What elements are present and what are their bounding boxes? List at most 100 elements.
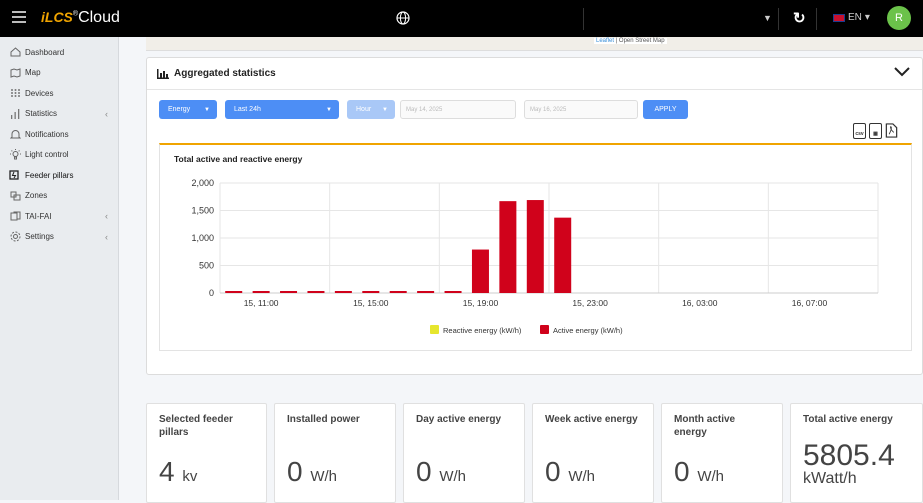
stat-card: Installed power 0 W/h — [274, 403, 396, 503]
devices-icon — [9, 88, 21, 99]
pdf-export-icon[interactable] — [885, 123, 898, 139]
x-tick-label: 16, 07:00 — [792, 298, 828, 308]
chevron-left-icon: ‹ — [105, 211, 108, 222]
sidebar-item-label: Notifications — [25, 129, 69, 139]
sidebar-item-zones[interactable]: Zones — [0, 186, 118, 207]
language-selector[interactable]: EN ▾ — [833, 12, 870, 23]
menu-icon[interactable] — [12, 11, 26, 23]
globe-icon[interactable] — [396, 11, 410, 25]
sidebar-item-label: Feeder pillars — [25, 170, 74, 180]
sidebar-item-devices[interactable]: Devices — [0, 83, 118, 104]
legend-label: Active energy (kW/h) — [553, 326, 623, 335]
csv-export-icon[interactable]: csv — [853, 123, 866, 139]
app-logo[interactable]: iLCS®Cloud — [41, 9, 120, 27]
chevron-down-icon[interactable] — [894, 66, 910, 78]
top-bar: iLCS®Cloud ▼ ↻ EN ▾ R — [0, 0, 923, 37]
bar — [334, 291, 352, 293]
bar — [554, 217, 572, 293]
chart-container: Total active and reactive energy 0 500 1,0… — [159, 143, 912, 351]
refresh-icon[interactable]: ↻ — [793, 9, 806, 27]
gear-icon — [9, 231, 21, 242]
stat-card: Day active energy 0 W/h — [403, 403, 525, 503]
bar — [389, 291, 407, 293]
flag-icon — [833, 13, 845, 22]
stat-value: 0 W/h — [674, 456, 724, 488]
sidebar-item-label: Settings — [25, 232, 54, 242]
sidebar-item-statistics[interactable]: Statistics ‹ — [0, 104, 118, 125]
divider — [583, 8, 584, 30]
map-preview[interactable]: Leaflet | Open Street Map — [146, 37, 923, 51]
xls-export-icon[interactable]: ▦ — [869, 123, 882, 139]
stat-number: 0 — [287, 456, 303, 487]
sidebar-item-feeder-pillars[interactable]: Feeder pillars — [0, 165, 118, 186]
bar — [307, 291, 325, 293]
divider — [778, 8, 779, 30]
period-select[interactable]: Last 24h ▼ — [225, 100, 339, 119]
stat-value: 4 kv — [159, 456, 197, 488]
stat-unit: kv — [182, 468, 198, 485]
card-title-text: Aggregated statistics — [174, 68, 276, 79]
bar — [362, 291, 380, 293]
x-tick-label: 16, 03:00 — [682, 298, 718, 308]
bar — [444, 291, 462, 293]
stat-card: Week active energy 0 W/h — [532, 403, 654, 503]
bar — [526, 200, 544, 293]
sidebar-item-tai-fai[interactable]: TAI-FAI ‹ — [0, 206, 118, 227]
legend-swatch — [540, 325, 549, 334]
main-content: Leaflet | Open Street Map Aggregated sta… — [119, 37, 923, 503]
home-icon — [9, 47, 21, 58]
stat-value: 5805.4 kWatt/h — [803, 439, 895, 488]
map-attribution: Leaflet | Open Street Map — [594, 38, 667, 44]
stat-label: Installed power — [287, 414, 360, 425]
y-tick-label: 0 — [209, 288, 214, 298]
bar — [417, 291, 435, 293]
sidebar-item-notifications[interactable]: Notifications — [0, 124, 118, 145]
sidebar-item-light-control[interactable]: Light control — [0, 145, 118, 166]
sidebar: Dashboard Map Devices Statistics ‹ Notificati… — [0, 37, 119, 500]
stat-number: 0 — [416, 456, 432, 487]
stat-value: 0 W/h — [545, 456, 595, 488]
x-tick-label: 15, 23:00 — [572, 298, 608, 308]
stat-number: 0 — [674, 456, 690, 487]
tai-fai-icon — [9, 211, 21, 222]
sidebar-item-dashboard[interactable]: Dashboard — [0, 42, 118, 63]
bell-icon — [9, 129, 21, 140]
type-select[interactable]: Energy ▼ — [159, 100, 217, 119]
date-to-input[interactable]: May 16, 2025 — [524, 100, 638, 119]
sidebar-item-map[interactable]: Map — [0, 63, 118, 84]
bar — [225, 291, 243, 293]
sidebar-item-label: Dashboard — [25, 47, 65, 57]
chevron-down-icon[interactable]: ▼ — [763, 13, 772, 23]
sidebar-item-label: Devices — [25, 88, 54, 98]
bar — [499, 201, 517, 293]
divider — [147, 89, 922, 90]
stat-unit: W/h — [439, 468, 467, 485]
bar — [471, 249, 489, 293]
aggregated-statistics-card: Aggregated statistics Energy ▼ Last 24h ▼ … — [146, 57, 923, 375]
stat-unit: W/h — [310, 468, 338, 485]
language-label: EN — [848, 12, 862, 23]
date-from-input[interactable]: May 14, 2025 — [400, 100, 516, 119]
stat-card: Month active energy 0 W/h — [661, 403, 783, 503]
sidebar-item-settings[interactable]: Settings ‹ — [0, 227, 118, 248]
x-tick-label: 15, 11:00 — [244, 298, 279, 308]
bar — [252, 291, 270, 293]
legend-label: Reactive energy (kW/h) — [443, 326, 522, 335]
stat-value: 0 W/h — [287, 456, 337, 488]
stat-label: Week active energy — [545, 414, 638, 425]
sidebar-item-label: TAI-FAI — [25, 211, 52, 221]
apply-button[interactable]: APPLY — [643, 100, 688, 119]
stat-label: Day active energy — [416, 414, 502, 425]
chevron-left-icon: ‹ — [105, 108, 108, 119]
bulb-icon — [9, 149, 21, 160]
leaflet-link[interactable]: Leaflet — [596, 38, 614, 44]
granularity-select[interactable]: Hour ▼ — [347, 100, 395, 119]
map-icon — [9, 67, 21, 78]
stat-label: Total active energy — [803, 414, 893, 425]
avatar[interactable]: R — [887, 6, 911, 30]
stat-number: 5805.4 — [803, 439, 895, 472]
bar — [280, 291, 298, 293]
stat-card: Selected feeder pillars 4 kv — [146, 403, 267, 503]
x-tick-label: 15, 15:00 — [353, 298, 389, 308]
y-tick-label: 1,000 — [191, 233, 214, 243]
